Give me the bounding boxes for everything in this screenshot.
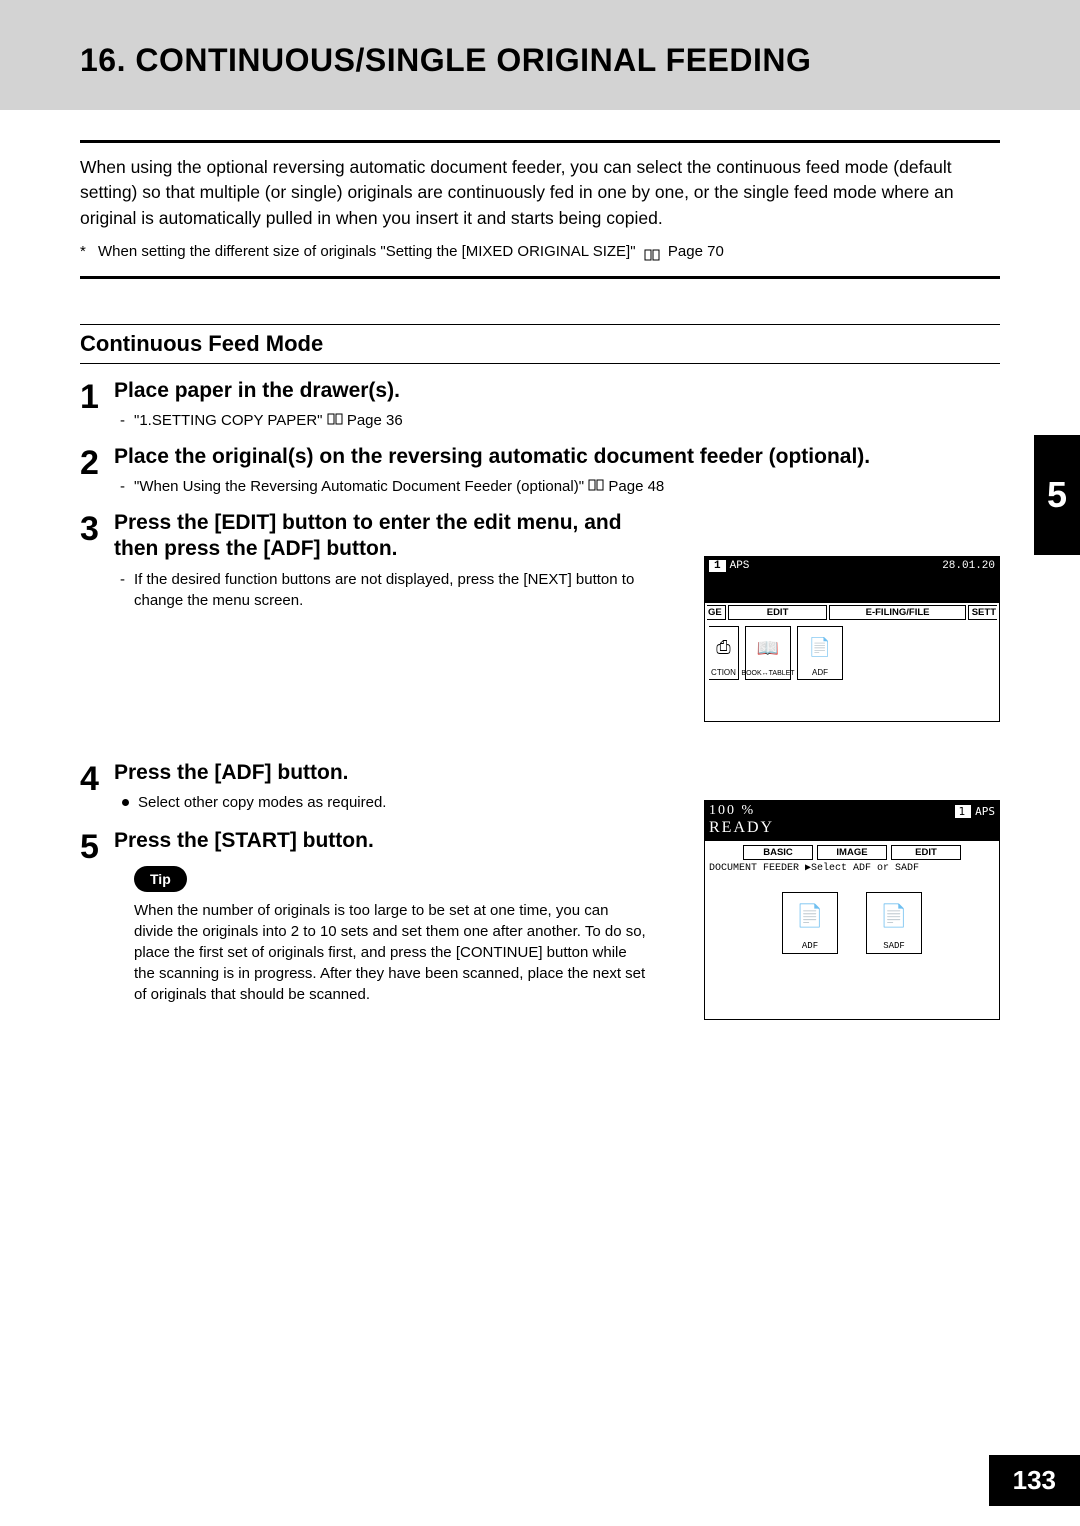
lcd-tab-image[interactable]: IMAGE [817, 845, 887, 860]
book-icon [644, 246, 660, 258]
lcd-button-adf[interactable]: 📄 ADF [797, 626, 843, 680]
step-title: Press the [ADF] button. [114, 760, 650, 786]
step-sub: "When Using the Reversing Automatic Docu… [114, 476, 990, 498]
adf-icon: 📄 [809, 627, 831, 668]
lcd-tab-edit[interactable]: EDIT [891, 845, 961, 860]
intro-block: When using the optional reversing automa… [80, 140, 1000, 279]
lcd-figure-adf-select: 100 % 1 APS READY BASIC IMAGE EDIT DOCUM… [704, 800, 1000, 1020]
step-number: 4 [80, 760, 114, 820]
step-title: Press the [START] button. [114, 828, 650, 854]
lcd-tab-basic[interactable]: BASIC [743, 845, 813, 860]
step-bullet: Select other copy modes as required. [114, 792, 650, 814]
book-icon [327, 412, 343, 429]
step-2: 2 Place the original(s) on the reversing… [80, 444, 1000, 502]
asterisk: * [80, 241, 98, 262]
lcd-count: 1 [955, 805, 972, 818]
step-sub: If the desired function buttons are not … [114, 569, 650, 613]
page-number: 133 [989, 1455, 1080, 1506]
section-title: Continuous Feed Mode [80, 324, 1000, 364]
lcd-buttons: ⎙ CTION 📖 BOOK↔TABLET 📄 ADF [705, 620, 999, 686]
step-sub: "1.SETTING COPY PAPER" Page 36 [114, 410, 990, 432]
lcd-button[interactable]: ⎙ CTION [709, 626, 739, 680]
step-number: 1 [80, 378, 114, 436]
tip-badge: Tip [134, 866, 187, 892]
tip-text: When the number of originals is too larg… [114, 900, 650, 1005]
step-title: Place paper in the drawer(s). [114, 378, 990, 404]
lcd-button-adf[interactable]: 📄 ADF [782, 892, 838, 954]
lcd-figure-edit-menu: 1 APS 28.01.20 GE EDIT E-FILING/FILE SET… [704, 556, 1000, 722]
book-tablet-icon: 📖 [757, 627, 779, 670]
lcd-tab-edit[interactable]: EDIT [728, 605, 828, 620]
sadf-icon: 📄 [880, 893, 907, 941]
lcd-adf-buttons: 📄 ADF 📄 SADF [705, 876, 999, 970]
step-number: 3 [80, 510, 114, 616]
lcd-button-book-tablet[interactable]: 📖 BOOK↔TABLET [745, 626, 791, 680]
step-5: 5 Press the [START] button. Tip When the… [80, 828, 660, 1005]
step-title: Press the [EDIT] button to enter the edi… [114, 510, 650, 563]
step-4: 4 Press the [ADF] button. Select other c… [80, 760, 660, 820]
book-icon [588, 478, 604, 495]
lcd-count: 1 [709, 560, 726, 572]
lcd-tab[interactable]: GE [707, 605, 726, 620]
lcd-tab[interactable]: SETT [968, 605, 997, 620]
lcd-tab-efiling[interactable]: E-FILING/FILE [829, 605, 965, 620]
step-title: Place the original(s) on the reversing a… [114, 444, 990, 470]
lcd-button-sadf[interactable]: 📄 SADF [866, 892, 922, 954]
lcd-subtitle: DOCUMENT FEEDER ▶Select ADF or SADF [705, 860, 999, 876]
note-prefix: When setting the different size of origi… [98, 243, 636, 260]
note-page: Page 70 [668, 243, 724, 260]
step-number: 5 [80, 828, 114, 1005]
intro-note: * When setting the different size of ori… [80, 241, 1000, 262]
page-title: 16. CONTINUOUS/SINGLE ORIGINAL FEEDING [80, 42, 811, 79]
lcd-tabs: GE EDIT E-FILING/FILE SETT [705, 603, 999, 620]
lcd-aps: APS [730, 560, 750, 572]
lcd-tabs: BASIC IMAGE EDIT [705, 841, 999, 860]
adf-icon: 📄 [796, 893, 823, 941]
lcd-date: 28.01.20 [942, 560, 995, 572]
lcd-aps: APS [975, 805, 995, 818]
page-header: 16. CONTINUOUS/SINGLE ORIGINAL FEEDING [0, 0, 1080, 110]
function-icon: ⎙ [716, 627, 730, 668]
lcd-ready: READY [709, 819, 995, 837]
lcd-zoom: 100 % [709, 803, 755, 819]
step-3: 3 Press the [EDIT] button to enter the e… [80, 510, 660, 616]
lcd-status: 100 % 1 APS READY [705, 801, 999, 841]
intro-paragraph: When using the optional reversing automa… [80, 155, 1000, 231]
step-number: 2 [80, 444, 114, 502]
step-1: 1 Place paper in the drawer(s). "1.SETTI… [80, 378, 1000, 436]
lcd-topbar: 1 APS 28.01.20 [705, 557, 999, 575]
